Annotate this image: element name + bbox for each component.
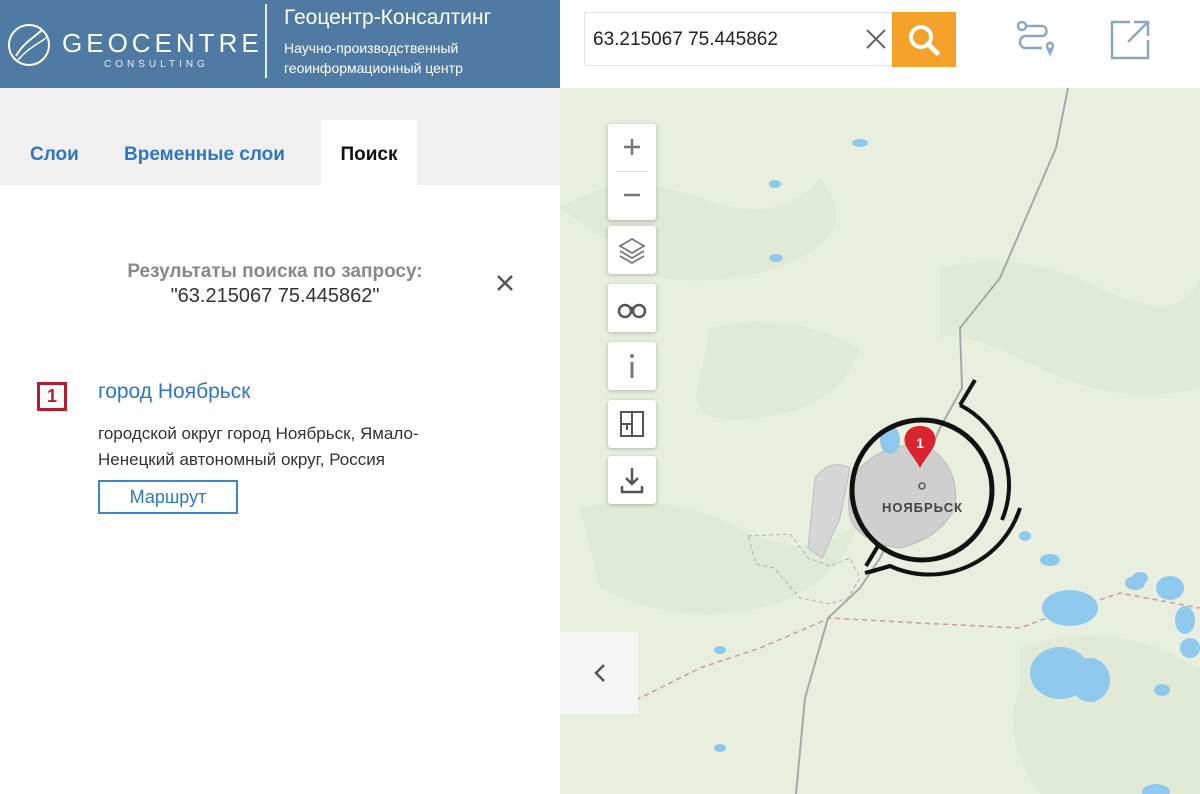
route-icon[interactable] xyxy=(1012,16,1058,64)
search-box xyxy=(584,12,894,66)
download-icon xyxy=(620,468,644,494)
tab-temporary-layers[interactable]: Временные слои xyxy=(124,120,314,185)
map-view[interactable]: 1 НОЯБРЬСК xyxy=(560,88,1200,794)
search-icon xyxy=(909,25,940,56)
logo-mark-icon xyxy=(8,24,50,66)
marker-label: 1 xyxy=(916,435,924,451)
close-icon[interactable] xyxy=(863,26,889,52)
binoculars-button[interactable] xyxy=(608,284,656,332)
tab-bar: Слои Временные слои Поиск xyxy=(0,88,560,185)
zoom-in-button[interactable] xyxy=(608,124,656,170)
header-divider xyxy=(265,4,267,78)
close-icon[interactable] xyxy=(494,272,516,294)
external-link-icon[interactable] xyxy=(1108,18,1152,62)
layout-icon xyxy=(620,411,644,437)
layout-button[interactable] xyxy=(608,400,656,448)
result-index-badge: 1 xyxy=(37,382,67,411)
company-description: Научно-производственный геоинформационны… xyxy=(284,38,544,78)
results-title: Результаты поиска по запросу: xyxy=(127,261,423,282)
result-desc-line-2: Ненецкий автономный округ, Россия xyxy=(98,450,385,469)
route-button[interactable]: Маршрут xyxy=(98,480,238,514)
logo[interactable]: GEOCENTRE CONSULTING xyxy=(4,14,259,74)
binoculars-icon xyxy=(617,303,647,319)
layers-button[interactable] xyxy=(608,226,656,274)
tab-search[interactable]: Поиск xyxy=(321,120,417,185)
zoom-control xyxy=(608,124,656,220)
map-canvas[interactable]: 1 xyxy=(560,88,1200,794)
app-header: GEOCENTRE CONSULTING Геоцентр-Консалтинг… xyxy=(0,0,560,88)
company-desc-line-1: Научно-производственный xyxy=(284,40,459,56)
logo-subtitle: CONSULTING xyxy=(104,59,209,70)
company-name: Геоцентр-Консалтинг xyxy=(284,6,492,29)
layers-icon xyxy=(618,237,646,265)
zoom-out-button[interactable] xyxy=(608,172,656,218)
zoom-out-icon xyxy=(624,193,640,197)
search-button[interactable] xyxy=(892,12,956,67)
info-icon xyxy=(630,354,634,378)
top-toolbar xyxy=(560,0,1200,88)
result-item: 1 город Ноябрьск городской округ город Н… xyxy=(36,378,536,538)
result-description: городской округ город Ноябрьск, Ямало- Н… xyxy=(98,421,498,473)
left-panel: Слои Временные слои Поиск Результаты пои… xyxy=(0,88,560,794)
zoom-in-icon xyxy=(624,139,640,155)
city-map-label: НОЯБРЬСК xyxy=(882,500,964,515)
search-input[interactable] xyxy=(593,21,855,59)
info-button[interactable] xyxy=(608,342,656,390)
chevron-left-icon xyxy=(594,664,605,682)
logo-wordmark: GEOCENTRE xyxy=(62,28,263,58)
collapse-panel-button[interactable] xyxy=(560,632,638,714)
result-title-link[interactable]: город Ноябрьск xyxy=(98,380,250,404)
download-button[interactable] xyxy=(608,456,656,504)
tab-layers[interactable]: Слои xyxy=(30,120,90,185)
result-desc-line-1: городской округ город Ноябрьск, Ямало- xyxy=(98,424,419,443)
company-desc-line-2: геоинформационный центр xyxy=(284,60,463,76)
results-query: "63.215067 75.445862" xyxy=(170,285,380,307)
